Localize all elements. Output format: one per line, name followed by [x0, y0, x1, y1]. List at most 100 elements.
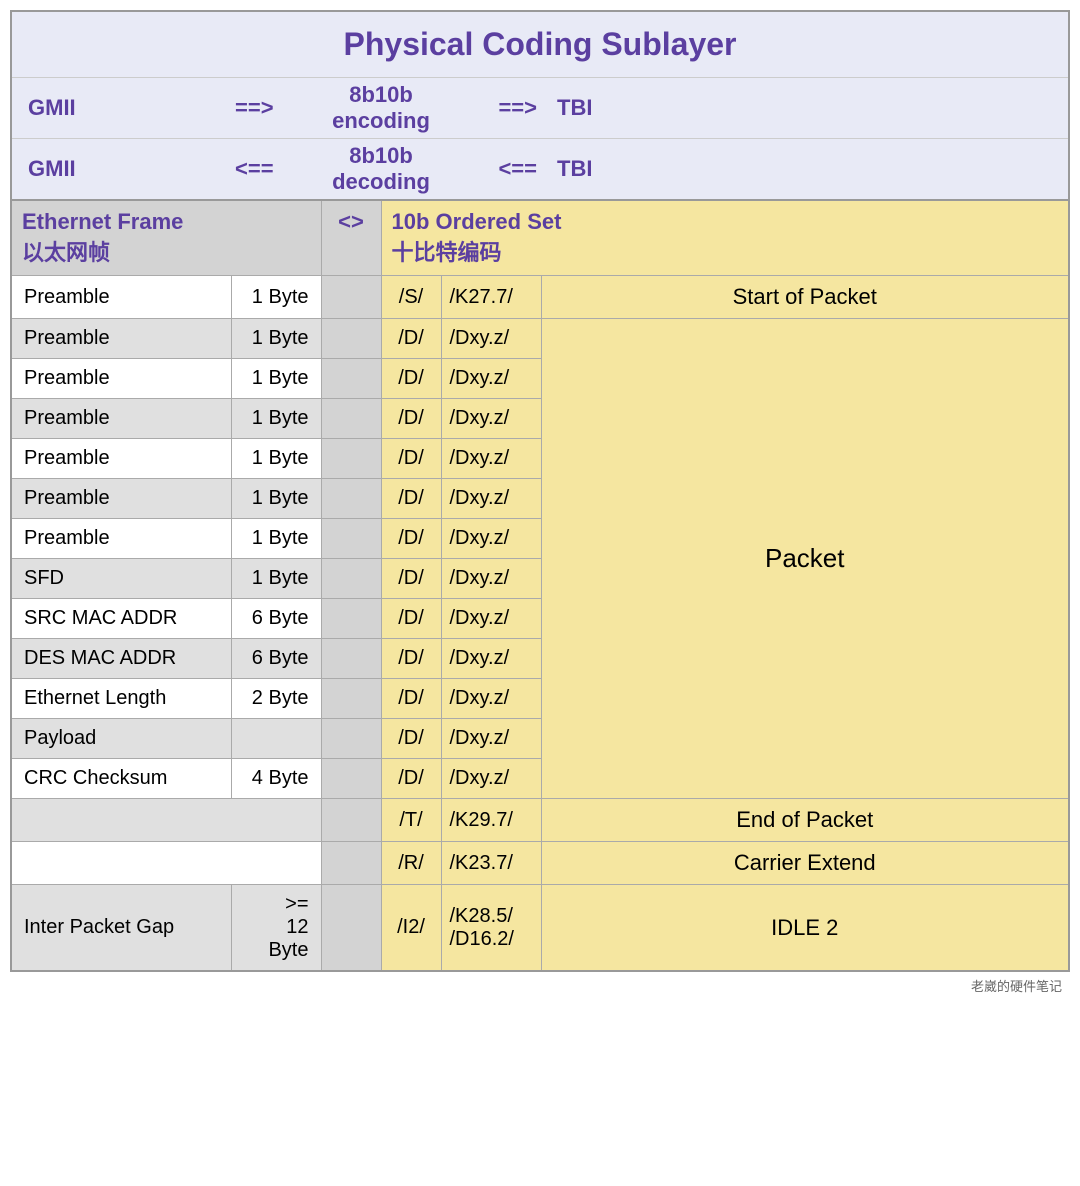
code2-2: /Dxy.z/: [441, 359, 541, 399]
code1-8: /D/: [381, 599, 441, 639]
eth-name-8: SRC MAC ADDR: [11, 599, 231, 639]
code1-13: /T/: [381, 799, 441, 842]
label-start-of-packet: Start of Packet: [541, 276, 1069, 319]
label-idle2: IDLE 2: [541, 885, 1069, 972]
label-carrier-extend: Carrier Extend: [541, 842, 1069, 885]
eth-name-12: CRC Checksum: [11, 759, 231, 799]
watermark: 老崴的硬件笔记: [10, 972, 1070, 999]
eth-name-7: SFD: [11, 559, 231, 599]
eth-name-15: Inter Packet Gap: [11, 885, 231, 972]
code1-14: /R/: [381, 842, 441, 885]
gmii-label-2: GMII: [11, 139, 231, 201]
eth-frame-cn: 以太网帧: [22, 240, 110, 265]
arrow-6: [321, 519, 381, 559]
arrow-14: [321, 842, 381, 885]
eth-size-1: 1 Byte: [231, 319, 321, 359]
code1-12: /D/: [381, 759, 441, 799]
eth-size-9: 6 Byte: [231, 639, 321, 679]
eth-size-4: 1 Byte: [231, 439, 321, 479]
eth-size-11: [231, 719, 321, 759]
eth-size-15: >=12 Byte: [231, 885, 321, 972]
eth-size-2: 1 Byte: [231, 359, 321, 399]
gmii-arrow-tbi-enc: ==>: [441, 78, 541, 139]
code2-9: /Dxy.z/: [441, 639, 541, 679]
eth-size-0: 1 Byte: [231, 276, 321, 319]
table-row: Preamble 1 Byte /S/ /K27.7/ Start of Pac…: [11, 276, 1069, 319]
arrow-7: [321, 559, 381, 599]
eth-name-13: [11, 799, 321, 842]
eth-name-2: Preamble: [11, 359, 231, 399]
arrow-1: [321, 319, 381, 359]
arrow-11: [321, 719, 381, 759]
page-title: Physical Coding Sublayer: [11, 11, 1069, 78]
label-1: Packet: [541, 319, 1069, 799]
code2-4: /Dxy.z/: [441, 439, 541, 479]
arrow-10: [321, 679, 381, 719]
table-row: Preamble 1 Byte /D/ /Dxy.z/ Packet: [11, 319, 1069, 359]
code2-6: /Dxy.z/: [441, 519, 541, 559]
code2-7: /Dxy.z/: [441, 559, 541, 599]
eth-name-14: [11, 842, 321, 885]
gmii-encoding-row: GMII ==> 8b10b encoding ==> TBI: [11, 78, 1069, 139]
gmii-tbi-enc: TBI: [541, 78, 1069, 139]
arrow-5: [321, 479, 381, 519]
table-row: Inter Packet Gap >=12 Byte /I2/ /K28.5/ …: [11, 885, 1069, 972]
title-row: Physical Coding Sublayer: [11, 11, 1069, 78]
eth-frame-en: Ethernet Frame: [22, 209, 183, 234]
table-row: /T/ /K29.7/ End of Packet: [11, 799, 1069, 842]
eth-name-10: Ethernet Length: [11, 679, 231, 719]
arrow-9: [321, 639, 381, 679]
eth-size-5: 1 Byte: [231, 479, 321, 519]
code2-11: /Dxy.z/: [441, 719, 541, 759]
gmii-decoding-row: GMII <== 8b10b decoding <== TBI: [11, 139, 1069, 201]
code1-11: /D/: [381, 719, 441, 759]
gmii-tbi-dec: TBI: [541, 139, 1069, 201]
eth-size-6: 1 Byte: [231, 519, 321, 559]
ordered-set-cn: 十比特编码: [392, 240, 502, 265]
arrow-15: [321, 885, 381, 972]
eth-name-3: Preamble: [11, 399, 231, 439]
gmii-decoding-label: 8b10b decoding: [321, 139, 441, 201]
eth-name-9: DES MAC ADDR: [11, 639, 231, 679]
code1-10: /D/: [381, 679, 441, 719]
code1-2: /D/: [381, 359, 441, 399]
gmii-arrow-tbi-dec: <==: [441, 139, 541, 201]
eth-name-4: Preamble: [11, 439, 231, 479]
gmii-arrow-enc: ==>: [231, 78, 321, 139]
code2-15: /K28.5/ /D16.2/: [441, 885, 541, 972]
eth-name-6: Preamble: [11, 519, 231, 559]
code1-1: /D/: [381, 319, 441, 359]
eth-size-12: 4 Byte: [231, 759, 321, 799]
code2-0: /K27.7/: [441, 276, 541, 319]
code2-5: /Dxy.z/: [441, 479, 541, 519]
eth-size-8: 6 Byte: [231, 599, 321, 639]
code1-3: /D/: [381, 399, 441, 439]
col-header-10b-ordered-set: 10b Ordered Set 十比特编码: [381, 200, 1069, 276]
arrow-2: [321, 359, 381, 399]
code2-8: /Dxy.z/: [441, 599, 541, 639]
col-header-ethernet-frame: Ethernet Frame 以太网帧: [11, 200, 321, 276]
code2-3: /Dxy.z/: [441, 399, 541, 439]
eth-name-1: Preamble: [11, 319, 231, 359]
code1-4: /D/: [381, 439, 441, 479]
gmii-arrow-dec: <==: [231, 139, 321, 201]
code1-9: /D/: [381, 639, 441, 679]
code1-0: /S/: [381, 276, 441, 319]
arrow-4: [321, 439, 381, 479]
code2-12: /Dxy.z/: [441, 759, 541, 799]
main-table: Physical Coding Sublayer GMII ==> 8b10b …: [10, 10, 1070, 972]
table-row: /R/ /K23.7/ Carrier Extend: [11, 842, 1069, 885]
eth-name-0: Preamble: [11, 276, 231, 319]
arrow-0: [321, 276, 381, 319]
arrow-3: [321, 399, 381, 439]
column-headers-row: Ethernet Frame 以太网帧 <> 10b Ordered Set 十…: [11, 200, 1069, 276]
arrow-13: [321, 799, 381, 842]
code1-5: /D/: [381, 479, 441, 519]
code2-10: /Dxy.z/: [441, 679, 541, 719]
eth-name-11: Payload: [11, 719, 231, 759]
eth-name-5: Preamble: [11, 479, 231, 519]
code1-7: /D/: [381, 559, 441, 599]
gmii-encoding-label: 8b10b encoding: [321, 78, 441, 139]
page-container: Physical Coding Sublayer GMII ==> 8b10b …: [0, 0, 1080, 1009]
arrow-8: [321, 599, 381, 639]
